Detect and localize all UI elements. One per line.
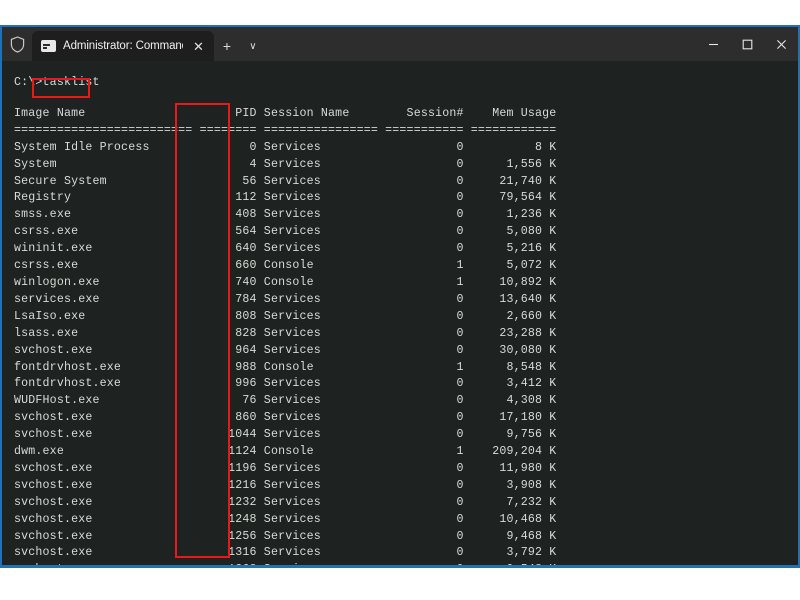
table-separator-row: ========================= ======== =====…	[14, 123, 557, 137]
new-tab-button[interactable]: +	[214, 31, 240, 61]
chevron-down-icon[interactable]: ∨	[240, 31, 266, 61]
window-controls	[696, 27, 798, 61]
minimize-button[interactable]	[696, 27, 730, 61]
console-icon	[41, 40, 56, 52]
tab-title: Administrator: Command Pror	[63, 40, 183, 52]
close-tab-button[interactable]: ✕	[190, 38, 207, 55]
command-prompt-line: C:\>tasklist	[14, 76, 100, 89]
process-table-body: System Idle Process 0 Services 0 8 K Sys…	[14, 140, 557, 565]
table-header-row: Image Name PID Session Name Session# Mem…	[14, 106, 557, 120]
terminal-window: Administrator: Command Pror ✕ + ∨	[0, 25, 800, 568]
title-bar[interactable]: Administrator: Command Pror ✕ + ∨	[2, 27, 798, 61]
terminal-tab[interactable]: Administrator: Command Pror ✕	[32, 31, 214, 61]
close-window-button[interactable]	[764, 27, 798, 61]
console-output-area[interactable]: C:\>tasklist Image Name PID Session Name…	[2, 61, 798, 565]
screenshot-root: Administrator: Command Pror ✕ + ∨	[0, 0, 800, 600]
maximize-button[interactable]	[730, 27, 764, 61]
titlebar-drag-area[interactable]	[266, 27, 696, 61]
shield-icon	[2, 27, 32, 61]
